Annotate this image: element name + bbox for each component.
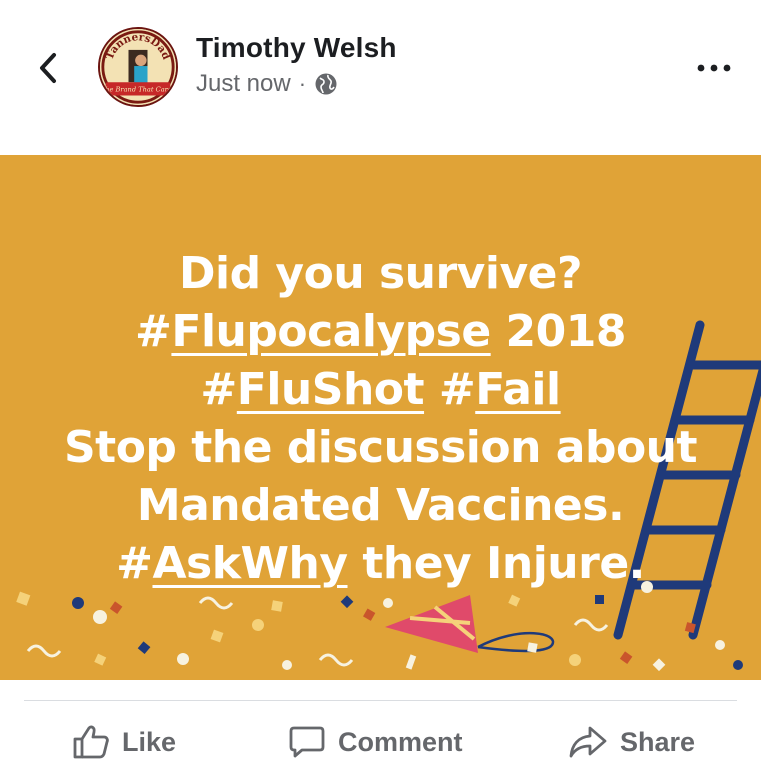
like-label: Like xyxy=(122,726,177,757)
post-meta: Just now · xyxy=(196,70,338,98)
avatar[interactable]: TannersDad The Brand That Cares xyxy=(98,27,178,107)
hashtag-link[interactable]: FluShot xyxy=(237,364,425,415)
post-text-segment: # xyxy=(116,538,153,589)
confetti-pieces xyxy=(16,581,743,672)
party-hat-illustration xyxy=(385,595,555,653)
meta-separator: · xyxy=(298,71,307,96)
post-text-segment: Mandated Vaccines. xyxy=(136,480,625,531)
post-text: Did you survive? #Flupocalypse 2018 #FluSh… xyxy=(0,245,761,593)
post-text-line: Mandated Vaccines. xyxy=(0,477,761,535)
post-text-segment: they Injure. xyxy=(347,538,645,589)
hashtag-link[interactable]: AskWhy xyxy=(152,538,348,589)
post-text-segment: Stop the discussion about xyxy=(63,422,698,473)
post-text-line: #FluShot #Fail xyxy=(0,361,761,419)
thumbs-up-icon xyxy=(73,725,109,759)
post-text-line: #AskWhy they Injure. xyxy=(0,535,761,593)
more-dots-icon xyxy=(697,64,731,72)
comment-button[interactable]: Comment xyxy=(288,712,463,772)
post-background-card: Did you survive? #Flupocalypse 2018 #FluSh… xyxy=(0,155,761,680)
post-text-segment: 2018 xyxy=(490,306,626,357)
chevron-left-icon xyxy=(40,53,56,83)
share-button[interactable]: Share xyxy=(568,712,695,772)
post-text-line: #Flupocalypse 2018 xyxy=(0,303,761,361)
back-button[interactable] xyxy=(30,50,66,86)
post-text-line: Did you survive? xyxy=(0,245,761,303)
hashtag-link[interactable]: Fail xyxy=(475,364,561,415)
post-text-segment: # xyxy=(200,364,237,415)
post-header: TannersDad The Brand That Cares Timothy … xyxy=(0,0,761,155)
share-arrow-icon xyxy=(569,726,607,758)
post-text-segment: # xyxy=(424,364,476,415)
post-text-segment: # xyxy=(135,306,172,357)
timestamp[interactable]: Just now xyxy=(196,70,291,98)
action-bar: Like Comment Share xyxy=(0,712,761,772)
hashtag-link[interactable]: Flupocalypse xyxy=(171,306,491,357)
more-options-button[interactable] xyxy=(692,50,736,86)
post-text-line: Stop the discussion about xyxy=(0,419,761,477)
author-name[interactable]: Timothy Welsh xyxy=(196,32,397,64)
share-label: Share xyxy=(620,726,696,757)
comment-bubble-icon xyxy=(289,726,325,758)
globe-icon[interactable] xyxy=(314,72,338,96)
action-divider xyxy=(24,700,737,701)
comment-label: Comment xyxy=(338,726,463,757)
avatar-banner-text: The Brand That Cares xyxy=(101,86,176,94)
post-text-segment: Did you survive? xyxy=(179,248,583,299)
like-button[interactable]: Like xyxy=(72,712,176,772)
